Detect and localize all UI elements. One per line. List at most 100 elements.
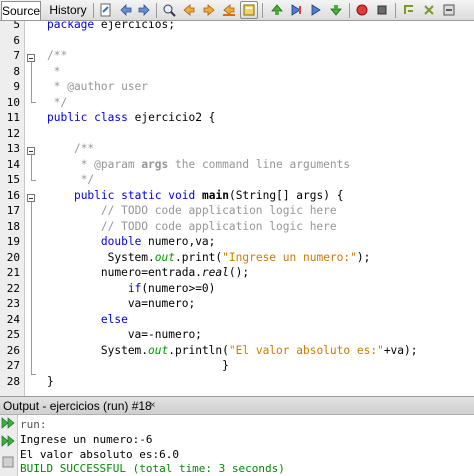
code-text[interactable]: va=-numero; [47, 327, 202, 343]
find-selection-button[interactable] [200, 1, 218, 19]
code-line[interactable]: 11 public class ejercicio2 { [0, 110, 474, 126]
code-line[interactable]: 9 * @author user [0, 79, 474, 95]
line-number: 18 [6, 219, 20, 233]
line-number: 15 [6, 173, 20, 186]
close-icon[interactable]: × [147, 400, 158, 411]
line-number: 26 [6, 343, 20, 357]
stop-icon[interactable] [1, 455, 15, 469]
toggle-bookmark-button[interactable] [240, 1, 258, 19]
find-prev-icon [163, 4, 176, 17]
line-number: 16 [6, 188, 20, 202]
find-next-button[interactable] [180, 1, 198, 19]
code-line[interactable]: 20 System.out.print("Ingrese un numero:"… [0, 250, 474, 266]
code-line[interactable]: 24 else [0, 312, 474, 328]
last-edit-button[interactable] [97, 1, 115, 19]
line-number: 24 [6, 312, 20, 326]
tab-source[interactable]: Source [1, 1, 41, 20]
code-line[interactable]: 21 numero=entrada.real(); [0, 265, 474, 281]
code-line[interactable]: 7 /** [0, 48, 474, 64]
output-tab-title[interactable]: Output - ejercicios (run) #18 [3, 399, 152, 413]
uncomment-button[interactable] [420, 1, 438, 19]
find-previous-button[interactable] [160, 1, 178, 19]
line-number: 8 [13, 64, 20, 78]
shift-right-button[interactable] [327, 1, 345, 19]
tab-history[interactable]: History [45, 1, 91, 20]
forward-icon [138, 4, 150, 16]
line-number: 27 [6, 359, 20, 372]
code-line[interactable]: 13 /** [0, 141, 474, 157]
line-number: 11 [6, 111, 20, 124]
code-line[interactable]: 25 va=-numero; [0, 327, 474, 343]
code-text[interactable]: // TODO code application logic here [47, 219, 337, 235]
code-line[interactable]: 16 public static void main(String[] args… [0, 188, 474, 204]
code-text[interactable]: if(numero>=0) [47, 281, 216, 297]
code-line[interactable]: 8 * [0, 64, 474, 80]
back-icon [120, 4, 132, 16]
toggle-highlight-button[interactable] [220, 1, 238, 19]
code-text[interactable]: */ [47, 172, 94, 188]
toolbar-separator [395, 3, 396, 18]
code-line[interactable]: 19 double numero,va; [0, 234, 474, 250]
shift-right-icon [330, 5, 342, 16]
next-bookmark-icon [291, 4, 301, 16]
code-text[interactable]: /** [47, 141, 94, 157]
prev-bookmark-button[interactable] [268, 1, 286, 19]
code-text[interactable]: * [47, 64, 61, 80]
forward-button[interactable] [135, 1, 153, 19]
code-text[interactable]: package ejercicios; [47, 21, 175, 33]
toggle-bookmark-icon [243, 4, 255, 16]
code-text[interactable]: System.out.print("Ingrese un numero:"); [47, 250, 371, 266]
code-line[interactable]: 5 package ejercicios; [0, 21, 474, 33]
stop-macro-button[interactable] [373, 1, 391, 19]
line-number: 22 [6, 281, 20, 295]
toolbar-extra-icon [443, 4, 455, 16]
code-line[interactable]: 27 } [0, 358, 474, 374]
code-line[interactable]: 6 [0, 33, 474, 49]
comment-icon [404, 5, 413, 14]
output-panel[interactable]: run: Ingrese un numero:-6 El valor absolut… [0, 415, 474, 476]
code-text[interactable]: double numero,va; [47, 234, 216, 250]
stop-macro-icon [377, 5, 387, 15]
back-button[interactable] [117, 1, 135, 19]
find-selection-icon [203, 4, 215, 16]
rerun-with-params-icon[interactable] [1, 434, 15, 448]
line-number: 20 [6, 250, 20, 264]
comment-button[interactable] [400, 1, 418, 19]
toolbar-extra-button[interactable] [440, 1, 458, 19]
rerun-icon[interactable] [1, 416, 15, 430]
code-text[interactable]: } [47, 358, 229, 374]
code-line[interactable]: 14 * @param args the command line argume… [0, 157, 474, 173]
code-line[interactable]: 23 va=numero; [0, 296, 474, 312]
code-line[interactable]: 17 // TODO code application logic here [0, 203, 474, 219]
code-text[interactable]: public class ejercicio2 { [47, 110, 215, 126]
toolbar-separator [349, 3, 350, 18]
code-line[interactable]: 28} [0, 374, 474, 390]
code-text[interactable]: // TODO code application logic here [47, 203, 337, 219]
code-line[interactable]: 10 */ [0, 95, 474, 111]
code-text[interactable]: public static void main(String[] args) { [47, 188, 344, 204]
next-bookmark-button[interactable] [287, 1, 305, 19]
code-text[interactable]: va=numero; [47, 296, 195, 312]
code-line[interactable]: 22 if(numero>=0) [0, 281, 474, 297]
code-text[interactable]: * @param args the command line arguments [47, 157, 350, 173]
code-text[interactable]: * @author user [47, 79, 148, 95]
line-number: 5 [13, 21, 20, 31]
code-text[interactable]: System.out.println("El valor absoluto es… [47, 343, 418, 359]
prev-bookmark-icon [271, 4, 283, 15]
last-edit-icon [100, 3, 111, 17]
code-line[interactable]: 18 // TODO code application logic here [0, 219, 474, 235]
code-text[interactable]: */ [47, 95, 67, 111]
line-number: 6 [13, 33, 20, 47]
output-panel-header: Output - ejercicios (run) #18 × [0, 396, 474, 415]
code-line[interactable]: 26 System.out.println("El valor absoluto… [0, 343, 474, 359]
start-macro-button[interactable] [353, 1, 371, 19]
code-text[interactable]: numero=entrada.real(); [47, 265, 249, 281]
code-text[interactable]: } [47, 374, 54, 390]
code-text[interactable]: /** [47, 48, 67, 64]
code-line[interactable]: 12 [0, 126, 474, 142]
code-line[interactable]: 15 */ [0, 172, 474, 188]
code-text[interactable]: else [47, 312, 128, 328]
code-editor[interactable]: 5 package ejercicios; 6 7/** 8 * 9 * @author … [0, 21, 474, 396]
shift-left-button[interactable] [307, 1, 325, 19]
record-macro-icon [356, 4, 368, 16]
